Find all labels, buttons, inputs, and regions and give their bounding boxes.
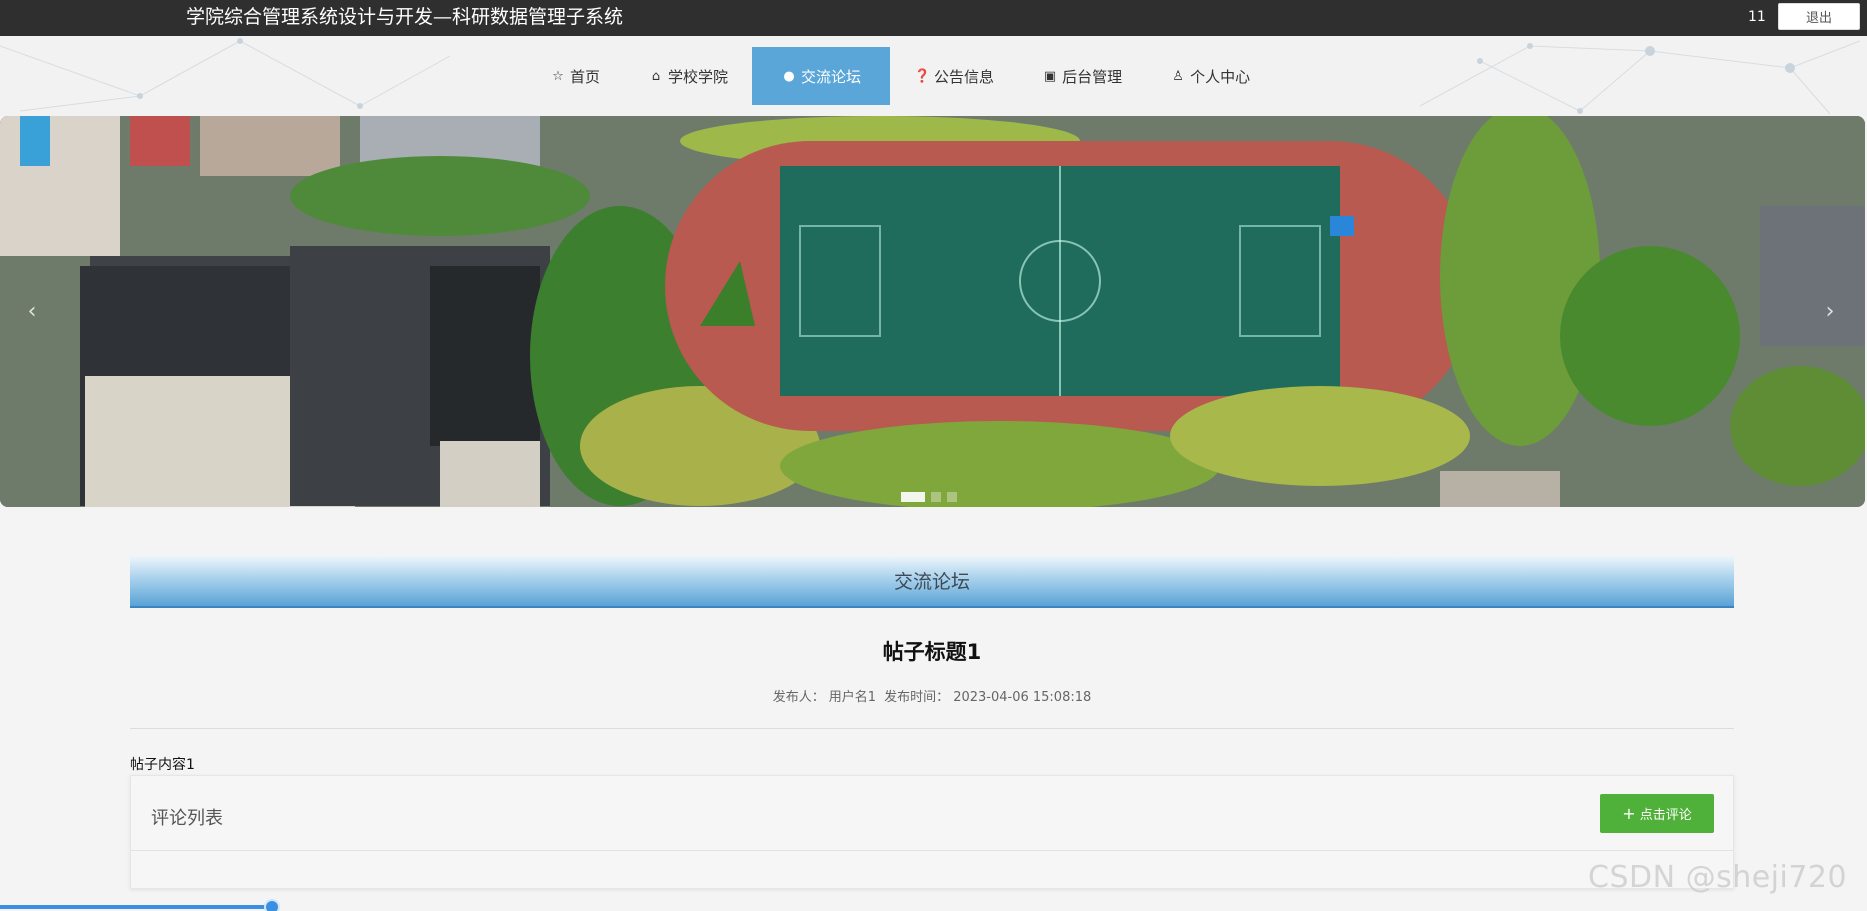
post-meta: 发布人： 用户名1 发布时间： 2023-04-06 15:08:18 (130, 686, 1734, 705)
username: 11 (1748, 9, 1766, 25)
top-bar: 学院综合管理系统设计与开发—科研数据管理子系统 11 退出 (0, 0, 1867, 36)
watermark: CSDN @sheji720 (1588, 860, 1848, 895)
add-comment-label: 点击评论 (1639, 808, 1692, 823)
progress-handle[interactable] (264, 899, 280, 911)
carousel-indicators (901, 492, 957, 502)
nav-item-label: 交流论坛 (801, 67, 862, 86)
nav-item-home[interactable]: ☆ 首页 (526, 47, 624, 105)
nav-item-school[interactable]: ⌂ 学校学院 (624, 47, 752, 105)
nav-item-label: 学校学院 (668, 67, 729, 86)
system-title: 学院综合管理系统设计与开发—科研数据管理子系统 (186, 6, 624, 28)
campus-aerial-image (0, 116, 1865, 507)
briefcase-icon: ▣ (1043, 68, 1057, 84)
carousel-dot[interactable] (947, 492, 957, 502)
carousel-dot-active[interactable] (901, 492, 925, 502)
post-title: 帖子标题1 (882, 640, 982, 664)
plus-icon: + (1622, 804, 1636, 823)
user-icon: ♙ (1172, 68, 1184, 84)
author-name: 用户名1 (828, 690, 877, 705)
comment-list-title: 评论列表 (151, 808, 223, 829)
section-title: 交流论坛 (130, 556, 1734, 608)
post-content: 帖子内容1 (130, 757, 195, 773)
nav-item-label: 首页 (570, 67, 601, 86)
nav-item-label: 个人中心 (1190, 67, 1251, 86)
nav-item-notice[interactable]: ❓ 公告信息 (890, 47, 1018, 105)
main-nav: ☆ 首页 ⌂ 学校学院 ● 交流论坛 ❓ 公告信息 ▣ 后台管理 ♙ 个人中心 (526, 47, 1274, 105)
nav-bar: ☆ 首页 ⌂ 学校学院 ● 交流论坛 ❓ 公告信息 ▣ 后台管理 ♙ 个人中心 (0, 36, 1867, 116)
logout-button[interactable]: 退出 (1778, 3, 1860, 30)
nav-item-admin[interactable]: ▣ 后台管理 (1018, 47, 1146, 105)
nav-item-forum[interactable]: ● 交流论坛 (752, 47, 891, 105)
add-comment-button[interactable]: + 点击评论 (1600, 794, 1714, 833)
banner-carousel[interactable]: ‹ › (0, 116, 1865, 507)
star-icon: ☆ (552, 68, 564, 84)
video-progress-bar[interactable] (0, 905, 272, 909)
author-label: 发布人： (772, 690, 825, 705)
nav-item-label: 后台管理 (1062, 67, 1123, 86)
nav-item-profile[interactable]: ♙ 个人中心 (1146, 47, 1274, 105)
divider (131, 850, 1733, 851)
post-time: 2023-04-06 15:08:18 (953, 690, 1092, 705)
carousel-next-icon[interactable]: › (1818, 292, 1842, 332)
comment-panel: 评论列表 + 点击评论 (130, 775, 1734, 889)
nav-item-label: 公告信息 (934, 67, 995, 86)
time-label: 发布时间： (884, 690, 950, 705)
info-circle-icon: ● (783, 68, 795, 84)
divider (130, 728, 1734, 729)
carousel-prev-icon[interactable]: ‹ (20, 292, 44, 332)
carousel-dot[interactable] (931, 492, 941, 502)
bag-icon: ⌂ (651, 68, 661, 84)
question-circle-icon: ❓ (914, 68, 931, 84)
